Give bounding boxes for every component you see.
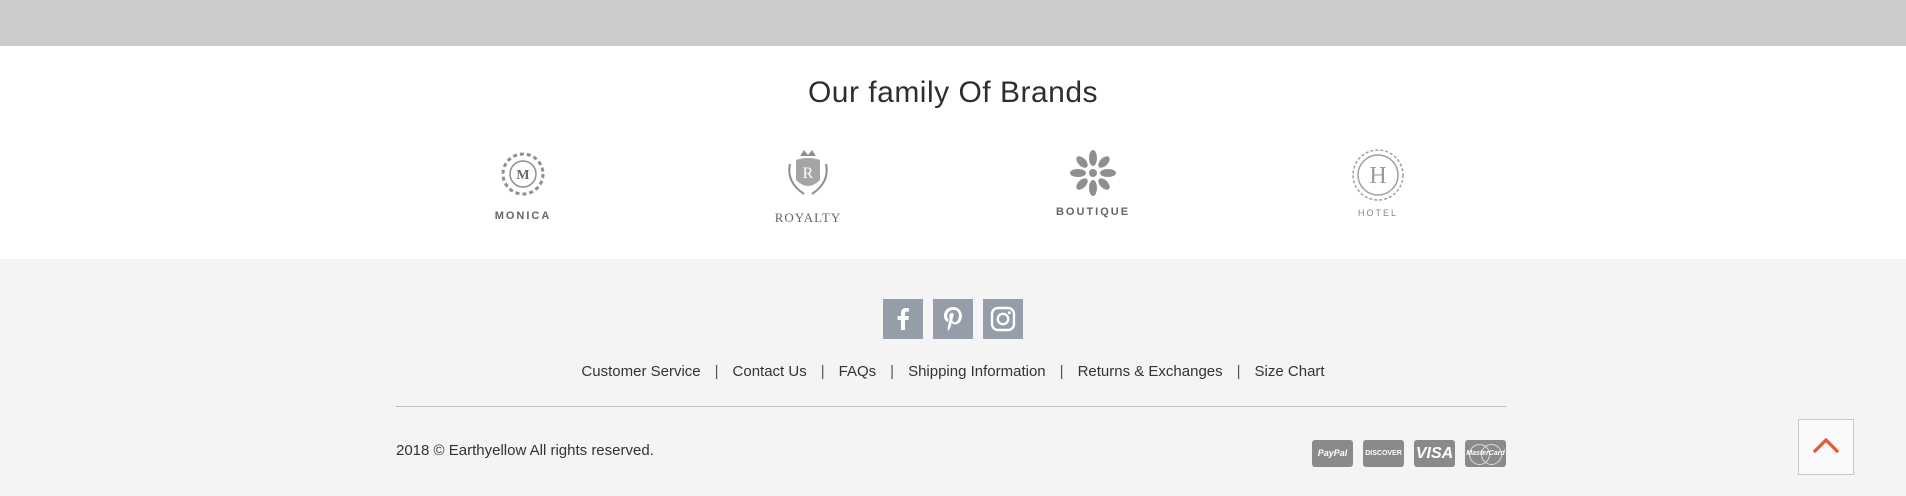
brand-logo-royalty[interactable]: R ROYALTY — [748, 146, 868, 236]
link-separator: | — [1059, 363, 1064, 380]
back-to-top-button[interactable] — [1798, 419, 1854, 475]
facebook-icon — [897, 308, 909, 330]
instagram-icon — [990, 306, 1016, 332]
footer-link-contact-us[interactable]: Contact Us — [733, 363, 807, 380]
link-separator: | — [890, 363, 895, 380]
site-footer: Customer Service | Contact Us | FAQs | Shippin… — [0, 259, 1906, 496]
monica-monogram: M — [516, 168, 529, 183]
boutique-flower-icon — [1070, 150, 1116, 196]
instagram-button[interactable] — [983, 299, 1023, 339]
footer-divider — [396, 406, 1506, 407]
footer-link-shipping-information[interactable]: Shipping Information — [908, 363, 1046, 380]
brand-name-monica: MONICA — [494, 210, 552, 222]
visa-icon: VISA — [1414, 440, 1455, 467]
hotel-monogram: H — [1369, 163, 1386, 189]
social-links — [0, 299, 1906, 339]
brand-logo-hotel[interactable]: H HOTEL — [1318, 146, 1438, 236]
top-banner-band — [0, 0, 1906, 46]
monica-logo-icon: M — [501, 152, 545, 196]
footer-nav: Customer Service | Contact Us | FAQs | Shippin… — [0, 363, 1906, 380]
royalty-monogram: R — [803, 165, 814, 182]
link-separator: | — [714, 363, 719, 380]
brands-title: Our family Of Brands — [807, 76, 1099, 109]
pinterest-button[interactable] — [933, 299, 973, 339]
brand-name-boutique: BOUTIQUE — [1055, 206, 1131, 218]
facebook-button[interactable] — [883, 299, 923, 339]
link-separator: | — [1236, 363, 1241, 380]
brand-name-royalty: ROYALTY — [774, 210, 842, 225]
footer-link-customer-service[interactable]: Customer Service — [581, 363, 700, 380]
brand-name-hotel: HOTEL — [1357, 208, 1398, 218]
hotel-logo-icon: H — [1352, 149, 1404, 201]
discover-icon: DISCOVER — [1363, 440, 1404, 467]
pinterest-icon — [944, 307, 962, 332]
footer-link-returns-exchanges[interactable]: Returns & Exchanges — [1078, 363, 1223, 380]
paypal-icon: PayPal — [1312, 440, 1353, 467]
payment-methods: PayPal DISCOVER VISA MasterCard — [1302, 440, 1506, 467]
royalty-crest-icon: R — [788, 150, 828, 195]
chevron-up-icon — [1813, 437, 1839, 454]
footer-link-faqs[interactable]: FAQs — [839, 363, 877, 380]
link-separator: | — [820, 363, 825, 380]
brands-section: Our family Of Brands M MONICA R ROYALTY — [0, 46, 1906, 259]
brand-logo-boutique[interactable]: BOUTIQUE — [1033, 146, 1153, 236]
brand-logo-monica[interactable]: M MONICA — [463, 146, 583, 236]
copyright-text: 2018 © Earthyellow All rights reserved. — [396, 442, 654, 459]
mastercard-icon: MasterCard — [1465, 440, 1506, 467]
footer-link-size-chart[interactable]: Size Chart — [1255, 363, 1325, 380]
